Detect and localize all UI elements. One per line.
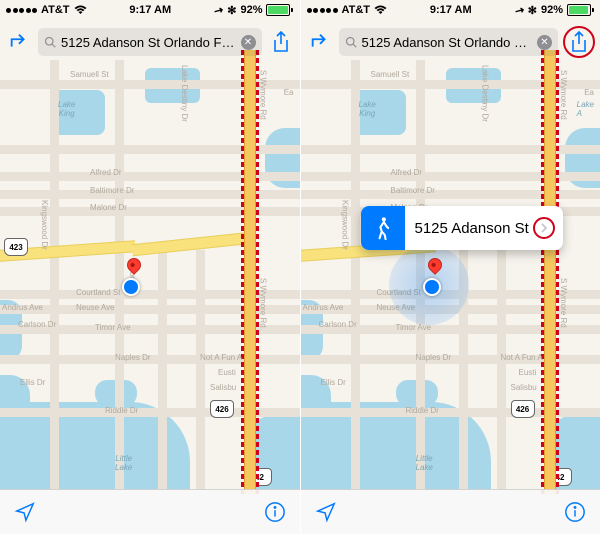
- directions-icon[interactable]: [6, 29, 32, 55]
- search-field[interactable]: 5125 Adanson St Orlando FL 32... ✕: [38, 28, 262, 56]
- clear-icon[interactable]: ✕: [537, 35, 552, 50]
- battery-icon: [266, 4, 293, 16]
- nav-bar: 5125 Adanson St Orlando FL 32... ✕: [0, 20, 300, 64]
- shield-423: 423: [4, 238, 28, 256]
- locate-me-icon[interactable]: [315, 501, 337, 523]
- callout-disclosure-icon[interactable]: [533, 217, 555, 239]
- status-time: 9:17 AM: [129, 4, 171, 16]
- share-button[interactable]: [268, 29, 294, 55]
- search-field[interactable]: 5125 Adanson St Orlando FL 32... ✕: [339, 28, 559, 56]
- place-callout[interactable]: 5125 Adanson St: [361, 206, 563, 250]
- highlight-ring: [563, 26, 595, 58]
- current-location-dot[interactable]: [423, 278, 441, 296]
- search-text: 5125 Adanson St Orlando FL 32...: [61, 35, 236, 50]
- clear-icon[interactable]: ✕: [241, 35, 256, 50]
- status-bar: AT&T 9:17 AM ↗ ✻ 92%: [0, 0, 300, 20]
- search-icon: [345, 36, 357, 48]
- nav-bar: 5125 Adanson St Orlando FL 32... ✕: [301, 20, 600, 64]
- shield-426: 426: [210, 400, 234, 418]
- signal-dots: [6, 8, 37, 13]
- map-canvas[interactable]: 423 426 42 Samuell St Lake Destiny Dr S …: [0, 0, 300, 534]
- walk-icon[interactable]: [361, 206, 405, 250]
- status-bar: AT&T 9:17 AM ↗ ✻ 92%: [301, 0, 600, 20]
- phone-left: 423 426 42 Samuell St Lake Destiny Dr S …: [0, 0, 300, 534]
- bottom-toolbar: [0, 489, 300, 534]
- current-location-dot[interactable]: [122, 278, 140, 296]
- info-icon[interactable]: [564, 501, 586, 523]
- info-icon[interactable]: [264, 501, 286, 523]
- callout-title: 5125 Adanson St: [415, 220, 529, 237]
- bottom-toolbar: [301, 489, 600, 534]
- share-button[interactable]: [564, 27, 594, 57]
- wifi-icon: [74, 5, 87, 15]
- directions-icon[interactable]: [307, 29, 333, 55]
- search-icon: [44, 36, 56, 48]
- shield-426: 426: [511, 400, 535, 418]
- map-canvas[interactable]: 426 42 Samuell St Lake Destiny Dr S Wymo…: [301, 0, 600, 534]
- phone-right: 426 42 Samuell St Lake Destiny Dr S Wymo…: [300, 0, 600, 534]
- locate-me-icon[interactable]: [14, 501, 36, 523]
